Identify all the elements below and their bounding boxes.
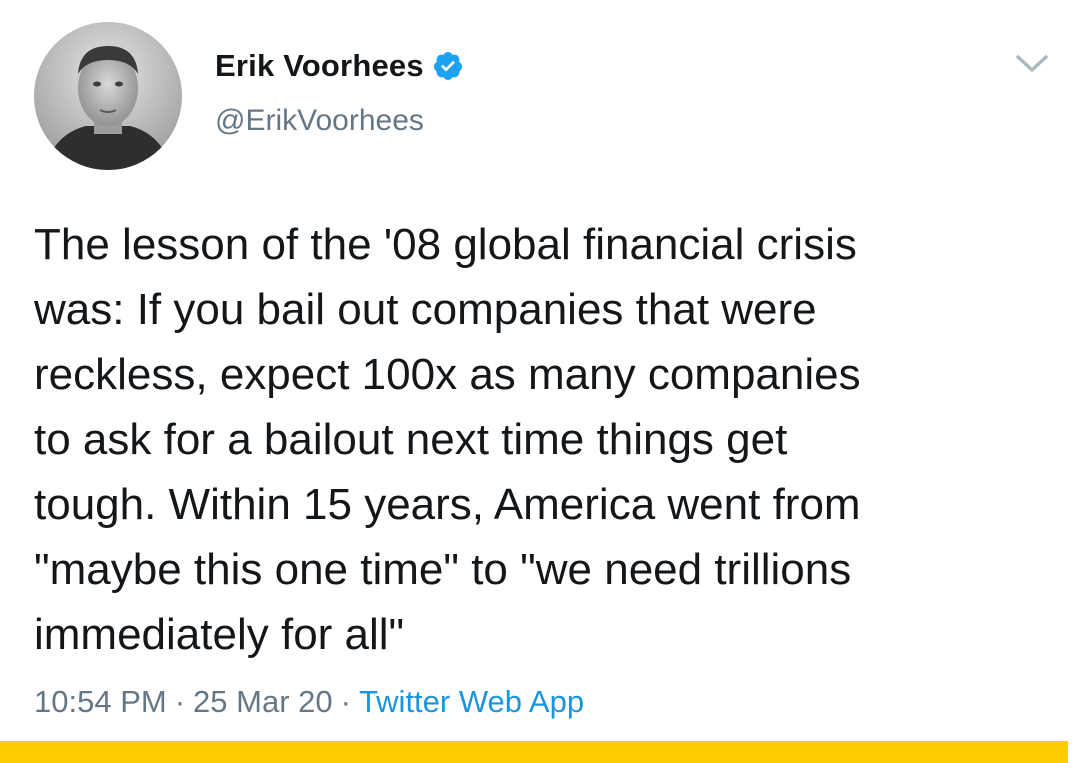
- author-handle[interactable]: @ErikVoorhees: [215, 104, 464, 138]
- tweet-time[interactable]: 10:54 PM: [34, 684, 167, 719]
- tweet-date[interactable]: 25 Mar 20: [193, 684, 333, 719]
- tweet-card: Erik Voorhees @ErikVoorhees The lesson o…: [0, 0, 1080, 763]
- display-name-row: Erik Voorhees: [215, 44, 464, 88]
- tweet-text: The lesson of the '08 global financial c…: [34, 220, 861, 659]
- author-info: Erik Voorhees @ErikVoorhees: [215, 44, 464, 138]
- bottom-bar: [0, 741, 1068, 763]
- avatar[interactable]: [34, 22, 182, 170]
- meta-separator: ·: [340, 684, 351, 719]
- verified-badge-icon: [432, 50, 464, 82]
- tweet-meta: 10:54 PM · 25 Mar 20 · Twitter Web App: [34, 684, 584, 720]
- chevron-down-icon[interactable]: [1012, 48, 1052, 78]
- display-name[interactable]: Erik Voorhees: [215, 48, 424, 84]
- meta-separator: ·: [174, 684, 186, 719]
- tweet-source-link[interactable]: Twitter Web App: [359, 684, 584, 719]
- avatar-photo: [34, 22, 182, 170]
